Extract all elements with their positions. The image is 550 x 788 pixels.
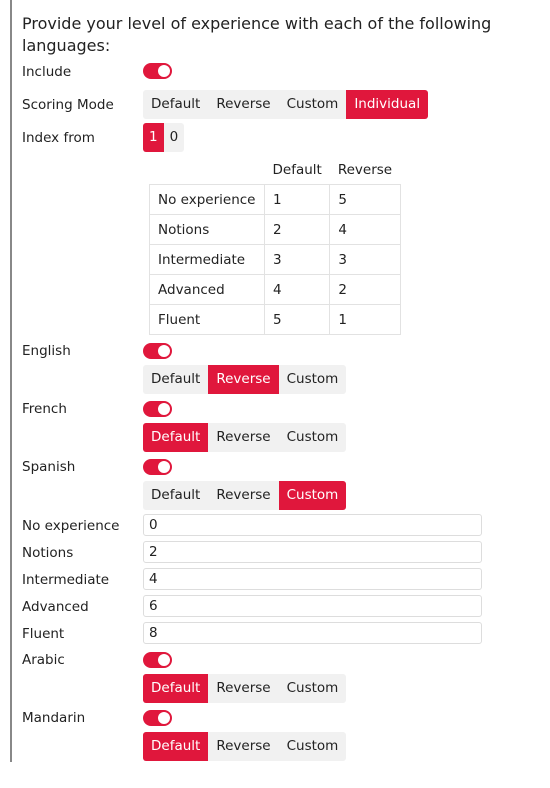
reverse-value: 5 bbox=[329, 184, 401, 215]
spanish-toggle[interactable] bbox=[143, 459, 172, 475]
spanish-mode-custom[interactable]: Custom bbox=[278, 481, 347, 510]
header-default: Default bbox=[272, 161, 322, 178]
default-value: 1 bbox=[263, 184, 331, 215]
language-label-french: French bbox=[22, 401, 67, 417]
table-row: No experience 1 5 bbox=[149, 184, 401, 215]
custom-label-fluent: Fluent bbox=[22, 626, 65, 642]
english-mode-default[interactable]: Default bbox=[143, 365, 208, 394]
mandarin-mode-selector: Default Reverse Custom bbox=[143, 732, 347, 761]
scoring-mode-selector: Default Reverse Custom Individual bbox=[143, 90, 429, 119]
custom-value-advanced[interactable] bbox=[143, 595, 482, 617]
default-value: 4 bbox=[263, 274, 331, 305]
include-toggle[interactable] bbox=[143, 63, 172, 79]
reverse-value: 1 bbox=[329, 304, 401, 335]
arabic-mode-selector: Default Reverse Custom bbox=[143, 674, 347, 703]
english-mode-custom[interactable]: Custom bbox=[279, 365, 347, 394]
table-row: Notions 2 4 bbox=[149, 214, 401, 245]
english-toggle[interactable] bbox=[143, 343, 172, 359]
french-toggle[interactable] bbox=[143, 401, 172, 417]
spanish-mode-default[interactable]: Default bbox=[143, 481, 208, 510]
index-from-label: Index from bbox=[22, 130, 95, 146]
row-label: No experience bbox=[149, 184, 265, 215]
mandarin-mode-custom[interactable]: Custom bbox=[279, 732, 347, 761]
language-label-arabic: Arabic bbox=[22, 652, 65, 668]
english-mode-reverse[interactable]: Reverse bbox=[208, 365, 279, 394]
header-reverse: Reverse bbox=[337, 161, 393, 178]
custom-label-advanced: Advanced bbox=[22, 599, 89, 615]
french-mode-custom[interactable]: Custom bbox=[279, 423, 347, 452]
default-value: 2 bbox=[263, 214, 331, 245]
language-label-mandarin: Mandarin bbox=[22, 710, 86, 726]
toggle-knob bbox=[158, 654, 170, 666]
scoring-mode-default[interactable]: Default bbox=[143, 90, 208, 119]
default-value: 3 bbox=[263, 244, 331, 275]
custom-label-notions: Notions bbox=[22, 545, 74, 561]
mandarin-toggle[interactable] bbox=[143, 710, 172, 726]
custom-label-no-experience: No experience bbox=[22, 518, 120, 534]
spanish-mode-reverse[interactable]: Reverse bbox=[208, 481, 278, 510]
mandarin-mode-default[interactable]: Default bbox=[143, 732, 209, 761]
index-from-selector: 1 0 bbox=[143, 123, 185, 152]
score-table-header: Default Reverse bbox=[150, 155, 401, 185]
arabic-mode-custom[interactable]: Custom bbox=[279, 674, 347, 703]
language-label-spanish: Spanish bbox=[22, 459, 76, 475]
scoring-mode-custom[interactable]: Custom bbox=[279, 90, 347, 119]
row-label: Advanced bbox=[149, 274, 265, 305]
scoring-mode-individual[interactable]: Individual bbox=[346, 90, 429, 119]
french-mode-default[interactable]: Default bbox=[143, 423, 209, 452]
french-mode-selector: Default Reverse Custom bbox=[143, 423, 347, 452]
index-from-0[interactable]: 0 bbox=[164, 123, 185, 152]
custom-value-notions[interactable] bbox=[143, 541, 482, 563]
custom-value-fluent[interactable] bbox=[143, 622, 482, 644]
header-empty bbox=[150, 155, 265, 185]
default-value: 5 bbox=[263, 304, 331, 335]
table-row: Fluent 5 1 bbox=[149, 304, 401, 335]
arabic-mode-reverse[interactable]: Reverse bbox=[208, 674, 278, 703]
custom-label-intermediate: Intermediate bbox=[22, 572, 110, 588]
custom-value-intermediate[interactable] bbox=[143, 568, 482, 590]
arabic-mode-default[interactable]: Default bbox=[143, 674, 209, 703]
mandarin-mode-reverse[interactable]: Reverse bbox=[208, 732, 278, 761]
language-label-english: English bbox=[22, 343, 71, 359]
arabic-toggle[interactable] bbox=[143, 652, 172, 668]
toggle-knob bbox=[158, 461, 170, 473]
reverse-value: 3 bbox=[329, 244, 401, 275]
table-row: Advanced 4 2 bbox=[149, 274, 401, 305]
toggle-knob bbox=[158, 65, 170, 77]
custom-value-no-experience[interactable] bbox=[143, 514, 482, 536]
question-panel: Provide your level of experience with ea… bbox=[10, 0, 542, 762]
score-table: Default Reverse No experience 1 5 Notion… bbox=[149, 155, 401, 335]
scoring-mode-label: Scoring Mode bbox=[22, 97, 114, 113]
row-label: Intermediate bbox=[149, 244, 265, 275]
index-from-1[interactable]: 1 bbox=[143, 123, 164, 152]
french-mode-reverse[interactable]: Reverse bbox=[208, 423, 278, 452]
row-label: Fluent bbox=[149, 304, 265, 335]
table-row: Intermediate 3 3 bbox=[149, 244, 401, 275]
toggle-knob bbox=[158, 712, 170, 724]
spanish-mode-selector: Default Reverse Custom bbox=[143, 481, 347, 510]
scoring-mode-reverse[interactable]: Reverse bbox=[208, 90, 278, 119]
toggle-knob bbox=[158, 403, 170, 415]
toggle-knob bbox=[158, 345, 170, 357]
include-label: Include bbox=[22, 64, 72, 80]
row-label: Notions bbox=[149, 214, 265, 245]
english-mode-selector: Default Reverse Custom bbox=[143, 365, 347, 394]
question-text: Provide your level of experience with ea… bbox=[22, 14, 492, 55]
reverse-value: 2 bbox=[329, 274, 401, 305]
reverse-value: 4 bbox=[329, 214, 401, 245]
